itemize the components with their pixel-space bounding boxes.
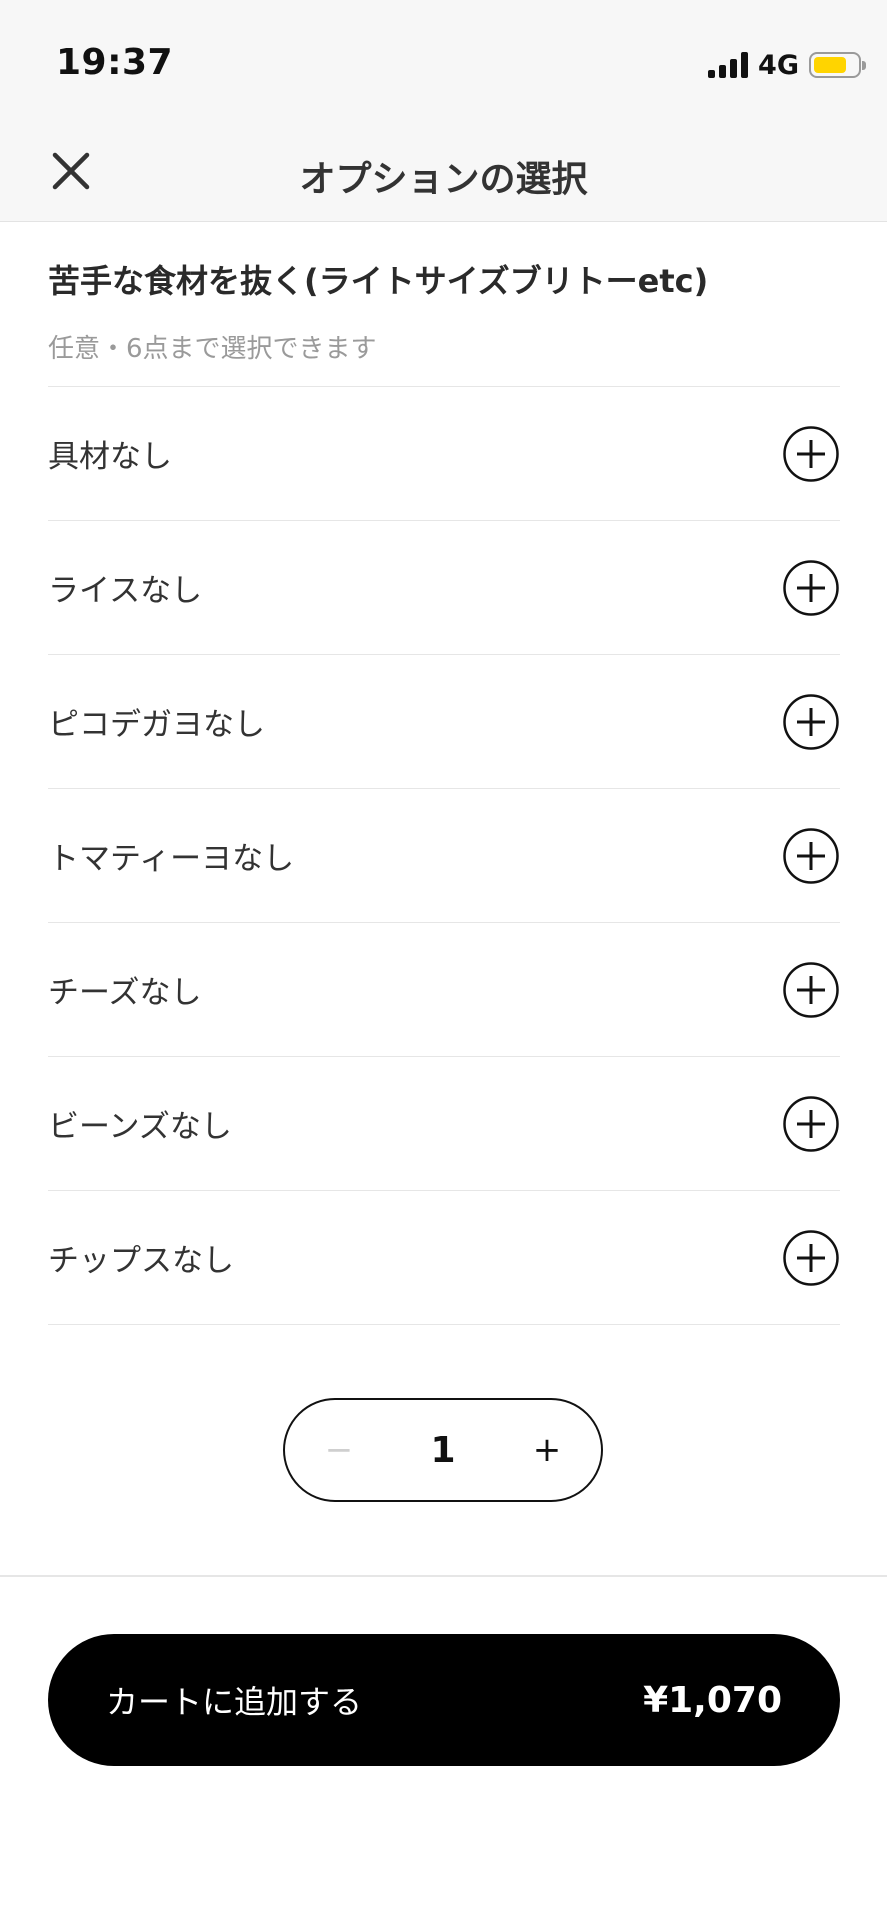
- status-time: 19:37: [56, 42, 174, 83]
- status-indicators: 4G: [708, 48, 866, 82]
- option-label: チーズなし: [48, 975, 202, 1011]
- add-to-cart-button[interactable]: カートに追加する ¥1,070: [48, 1634, 840, 1766]
- option-item[interactable]: ライスなし: [48, 521, 840, 655]
- option-item[interactable]: ビーンズなし: [48, 1057, 840, 1191]
- modal-header: オプションの選択: [0, 130, 887, 222]
- option-item[interactable]: 具材なし: [48, 387, 840, 521]
- plus-circle-icon: [783, 1095, 839, 1152]
- option-label: ビーンズなし: [48, 1109, 232, 1145]
- plus-circle-icon: [783, 961, 839, 1018]
- option-group-header: 苦手な食材を抜く(ライトサイズブリトーetc) 任意・6点まで選択できます: [48, 256, 840, 365]
- plus-circle-icon: [783, 425, 839, 482]
- quantity-value: 1: [430, 1429, 456, 1471]
- option-group-title: 苦手な食材を抜く(ライトサイズブリトーetc): [48, 262, 709, 300]
- status-bar: 19:37 4G: [0, 0, 887, 130]
- option-item[interactable]: トマティーヨなし: [48, 789, 840, 923]
- page-title: オプションの選択: [299, 159, 588, 200]
- increment-button[interactable]: +: [527, 1430, 567, 1470]
- add-option-button[interactable]: [782, 961, 840, 1019]
- option-label: チップスなし: [48, 1243, 234, 1279]
- add-option-button[interactable]: [782, 425, 840, 483]
- add-option-button[interactable]: [782, 559, 840, 617]
- option-item[interactable]: ピコデガヨなし: [48, 655, 840, 789]
- option-label: ピコデガヨなし: [48, 707, 265, 743]
- network-type: 4G: [758, 49, 799, 81]
- add-option-button[interactable]: [782, 693, 840, 751]
- add-option-button[interactable]: [782, 827, 840, 885]
- add-option-button[interactable]: [782, 1229, 840, 1287]
- footer-divider: [0, 1575, 887, 1577]
- option-group-subtitle: 任意・6点まで選択できます: [48, 334, 377, 364]
- option-item[interactable]: チップスなし: [48, 1191, 840, 1325]
- add-option-button[interactable]: [782, 1095, 840, 1153]
- option-label: ライスなし: [48, 573, 203, 609]
- quantity-stepper: − 1 +: [283, 1398, 603, 1502]
- decrement-button[interactable]: −: [319, 1430, 359, 1470]
- plus-circle-icon: [783, 827, 839, 884]
- option-list: 具材なし ライスなし ピコデガヨなし トマティーヨなし チーズなし ビーンズなし: [48, 386, 840, 1325]
- plus-circle-icon: [783, 693, 839, 750]
- option-label: トマティーヨなし: [48, 841, 295, 877]
- add-to-cart-label: カートに追加する: [106, 1683, 363, 1721]
- cart-price: ¥1,070: [643, 1679, 782, 1721]
- option-item[interactable]: チーズなし: [48, 923, 840, 1057]
- battery-level: [814, 57, 846, 73]
- battery-icon: [809, 52, 866, 78]
- plus-circle-icon: [783, 559, 839, 616]
- plus-circle-icon: [783, 1229, 839, 1286]
- option-label: 具材なし: [48, 439, 172, 475]
- signal-icon: [708, 52, 749, 78]
